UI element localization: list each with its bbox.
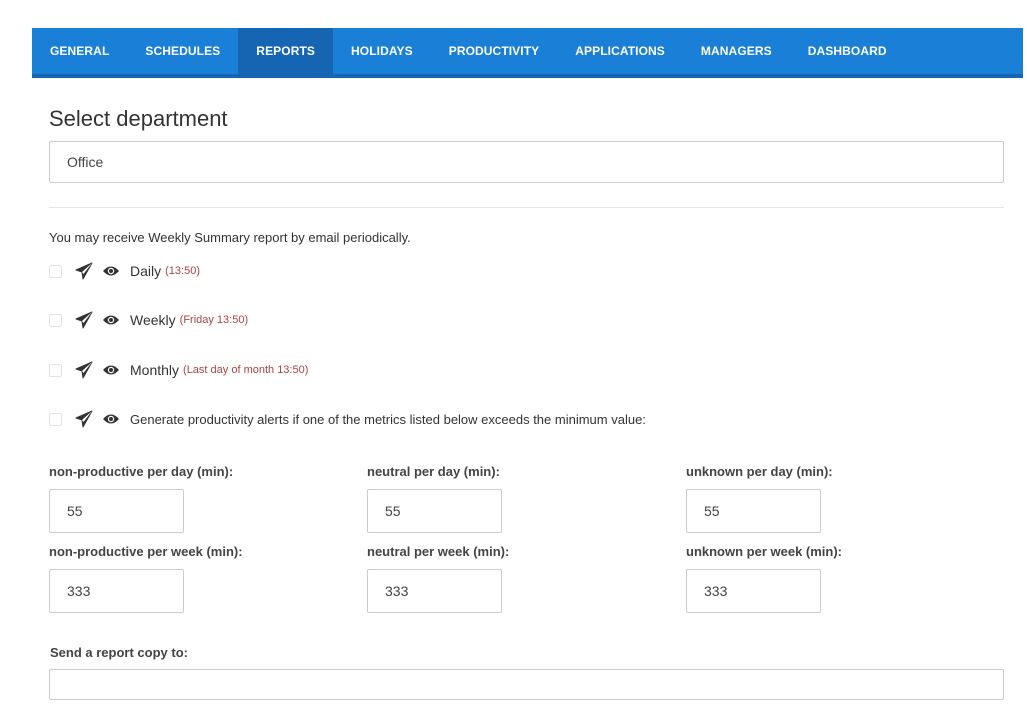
tab-applications[interactable]: APPLICATIONS (557, 28, 683, 74)
report-copy-label: Send a report copy to: (50, 645, 188, 660)
tab-managers[interactable]: MANAGERS (683, 28, 790, 74)
neutral-day-label: neutral per day (min): (367, 464, 500, 479)
unknown-day-label: unknown per day (min): (686, 464, 833, 479)
report-row-monthly: Monthly (Last day of month 13:50) (49, 360, 308, 380)
monthly-label: Monthly (130, 362, 180, 378)
report-row-alerts: Generate productivity alerts if one of t… (49, 409, 646, 429)
daily-time: (13:50) (165, 265, 200, 277)
unknown-day-input[interactable]: 55 (686, 489, 821, 533)
unknown-week-label: unknown per week (min): (686, 544, 843, 559)
daily-checkbox[interactable] (49, 264, 62, 278)
eye-icon[interactable] (101, 360, 121, 380)
neutral-week-input[interactable]: 333 (367, 569, 502, 613)
eye-icon[interactable] (101, 409, 121, 429)
reports-intro-text: You may receive Weekly Summary report by… (49, 230, 411, 245)
divider (49, 207, 1004, 208)
monthly-checkbox[interactable] (49, 363, 62, 377)
report-copy-email-input[interactable] (49, 669, 1004, 700)
report-row-daily: Daily (13:50) (49, 261, 200, 281)
weekly-time: (Friday 13:50) (179, 314, 249, 326)
tab-general[interactable]: GENERAL (32, 28, 127, 74)
page-title: Select department (49, 106, 228, 131)
report-row-weekly: Weekly (Friday 13:50) (49, 310, 248, 330)
settings-tab-bar: GENERAL SCHEDULES REPORTS HOLIDAYS PRODU… (32, 28, 1023, 78)
alerts-label: Generate productivity alerts if one of t… (130, 411, 646, 427)
nonproductive-week-label: non-productive per week (min): (49, 544, 243, 559)
neutral-week-label: neutral per week (min): (367, 544, 510, 559)
department-select[interactable]: Office (49, 141, 1004, 183)
nonproductive-week-input[interactable]: 333 (49, 569, 184, 613)
eye-icon[interactable] (101, 310, 121, 330)
neutral-day-input[interactable]: 55 (367, 489, 502, 533)
eye-icon[interactable] (101, 261, 121, 281)
paper-plane-icon[interactable] (74, 360, 94, 380)
tab-holidays[interactable]: HOLIDAYS (333, 28, 431, 74)
nonproductive-day-label: non-productive per day (min): (49, 464, 234, 479)
nonproductive-day-input[interactable]: 55 (49, 489, 184, 533)
unknown-week-input[interactable]: 333 (686, 569, 821, 613)
alerts-checkbox[interactable] (49, 412, 62, 426)
tab-schedules[interactable]: SCHEDULES (127, 28, 238, 74)
paper-plane-icon[interactable] (74, 409, 94, 429)
weekly-checkbox[interactable] (49, 313, 62, 327)
weekly-label: Weekly (130, 312, 176, 328)
tab-dashboard[interactable]: DASHBOARD (790, 28, 905, 74)
monthly-time: (Last day of month 13:50) (183, 364, 309, 376)
paper-plane-icon[interactable] (74, 261, 94, 281)
daily-label: Daily (130, 263, 162, 279)
tab-productivity[interactable]: PRODUCTIVITY (431, 28, 558, 74)
tab-reports[interactable]: REPORTS (238, 28, 334, 74)
paper-plane-icon[interactable] (74, 310, 94, 330)
